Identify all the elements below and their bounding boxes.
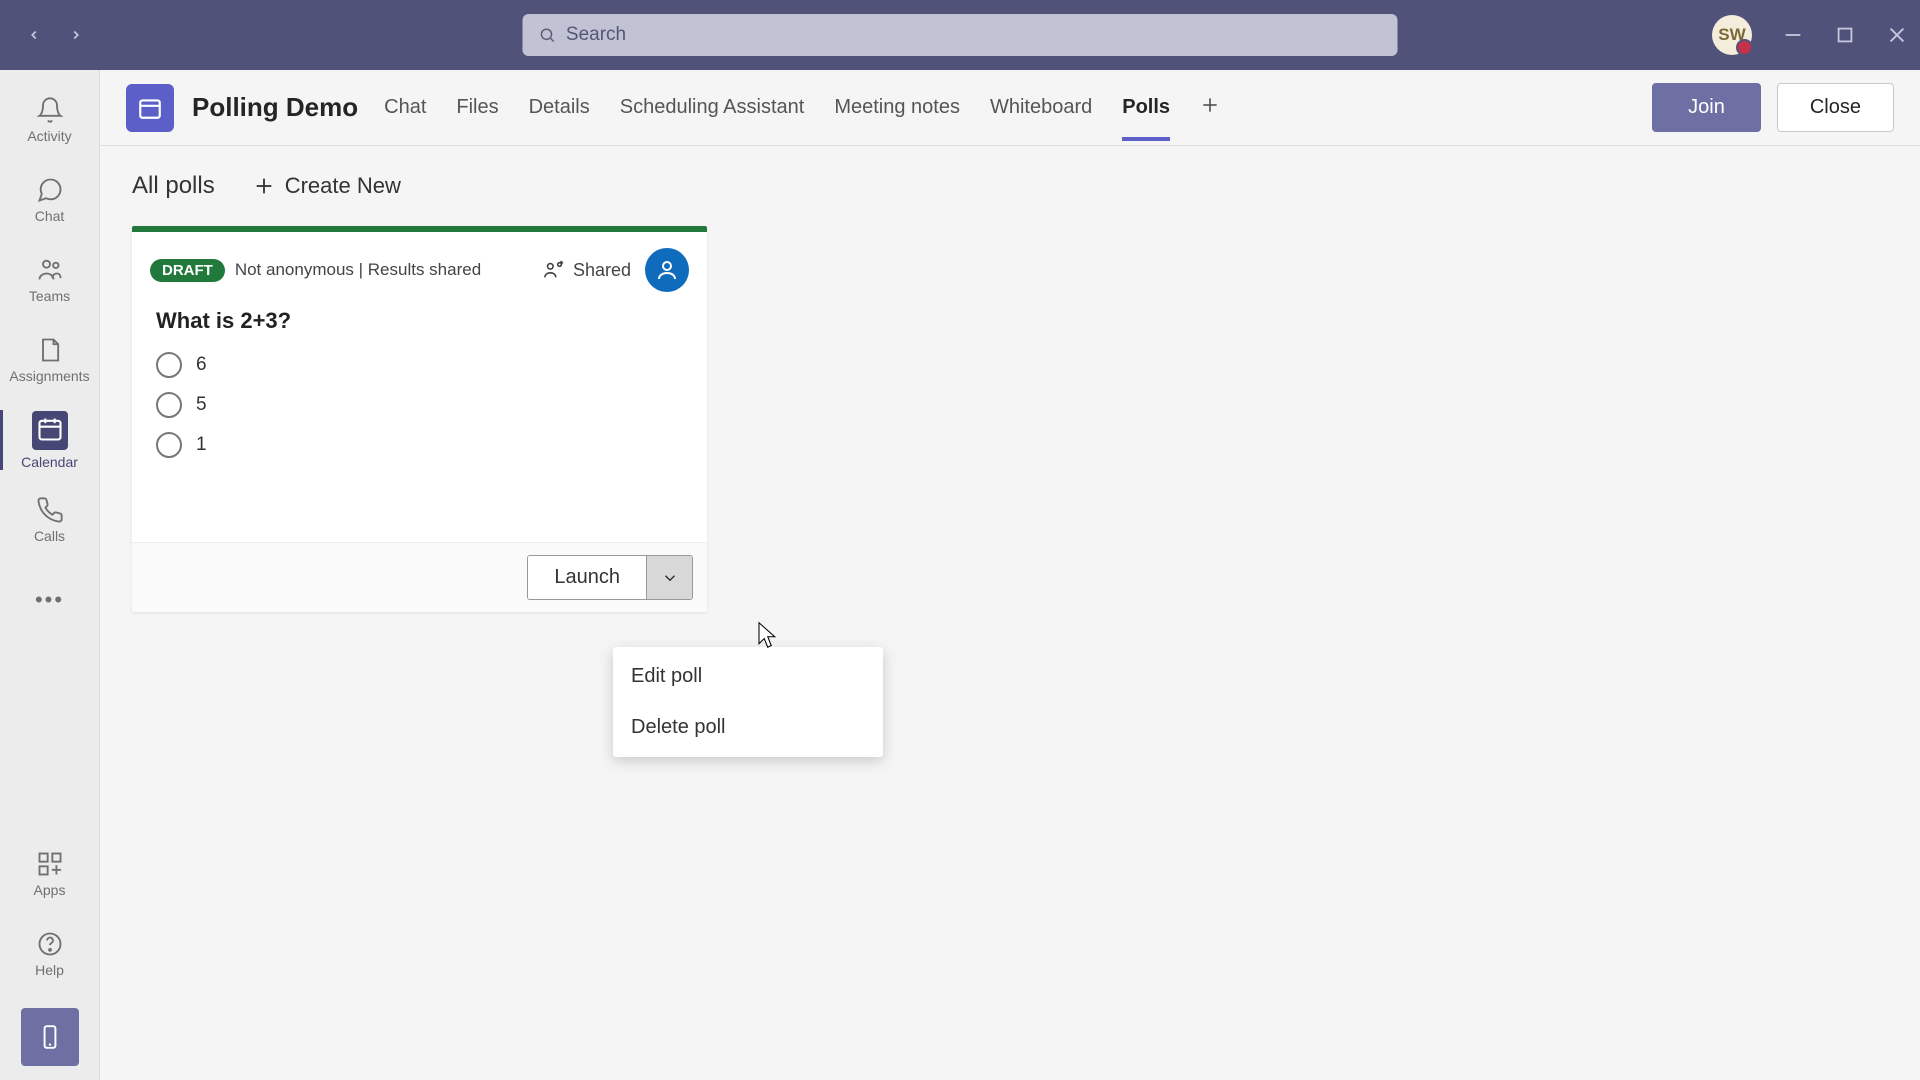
header-tabs: Chat Files Details Scheduling Assistant … (384, 74, 1220, 141)
radio-icon (156, 392, 182, 418)
nav-forward[interactable] (64, 23, 88, 47)
rail-mobile-button[interactable] (21, 1008, 79, 1066)
window-close[interactable] (1886, 24, 1908, 46)
poll-meta: Not anonymous | Results shared (235, 260, 481, 280)
calendar-icon (36, 415, 64, 443)
tab-add[interactable] (1200, 95, 1220, 120)
window-maximize[interactable] (1834, 24, 1856, 46)
rail-more[interactable]: ••• (0, 560, 99, 640)
nav-back[interactable] (22, 23, 46, 47)
menu-edit-poll[interactable]: Edit poll (613, 651, 883, 702)
search-input[interactable] (566, 24, 1382, 46)
join-button[interactable]: Join (1652, 83, 1761, 132)
polls-content: All polls Create New DRAFT Not anonymous… (100, 146, 1920, 1080)
search-icon (539, 26, 556, 44)
radio-icon (156, 352, 182, 378)
rail-label: Chat (35, 208, 65, 224)
poll-actions-menu: Edit poll Delete poll (613, 647, 883, 757)
rail-label: Activity (27, 128, 71, 144)
poll-question: What is 2+3? (156, 308, 683, 334)
poll-option-label: 6 (196, 354, 207, 376)
radio-icon (156, 432, 182, 458)
polls-list-title: All polls (132, 172, 215, 200)
app-rail: Activity Chat Teams Assignments Calendar… (0, 70, 100, 1080)
rail-chat[interactable]: Chat (0, 160, 99, 240)
tab-whiteboard[interactable]: Whiteboard (990, 74, 1092, 141)
tab-details[interactable]: Details (529, 74, 590, 141)
tab-chat[interactable]: Chat (384, 74, 426, 141)
help-icon (36, 930, 64, 958)
status-badge: DRAFT (150, 259, 225, 282)
titlebar: SW (0, 0, 1920, 70)
rail-assignments[interactable]: Assignments (0, 320, 99, 400)
page-title: Polling Demo (192, 92, 358, 123)
teams-icon (36, 256, 64, 284)
rail-calendar[interactable]: Calendar (0, 400, 99, 480)
assignments-icon (36, 336, 64, 364)
shared-icon (543, 259, 565, 281)
mouse-cursor (755, 621, 777, 649)
rail-calls[interactable]: Calls (0, 480, 99, 560)
calendar-badge (126, 84, 174, 132)
tab-scheduling[interactable]: Scheduling Assistant (620, 74, 805, 141)
poll-option-label: 1 (196, 434, 207, 456)
rail-label: Help (35, 962, 64, 978)
launch-split-button: Launch (527, 555, 693, 600)
shared-label: Shared (573, 260, 631, 281)
create-new-poll[interactable]: Create New (253, 173, 401, 199)
rail-activity[interactable]: Activity (0, 80, 99, 160)
tab-notes[interactable]: Meeting notes (834, 74, 960, 141)
bell-icon (36, 96, 64, 124)
plus-icon (1200, 95, 1220, 115)
apps-icon (36, 850, 64, 878)
poll-option-label: 5 (196, 394, 207, 416)
search-box[interactable] (523, 14, 1398, 56)
tab-polls[interactable]: Polls (1122, 74, 1170, 141)
close-button[interactable]: Close (1777, 83, 1894, 132)
launch-dropdown-toggle[interactable] (646, 556, 692, 599)
chevron-down-icon (661, 569, 679, 587)
user-avatar[interactable]: SW (1712, 15, 1752, 55)
rail-teams[interactable]: Teams (0, 240, 99, 320)
launch-button[interactable]: Launch (528, 556, 646, 599)
poll-option[interactable]: 1 (156, 432, 683, 458)
create-new-label: Create New (285, 173, 401, 199)
phone-icon (36, 496, 64, 524)
poll-option[interactable]: 6 (156, 352, 683, 378)
tab-files[interactable]: Files (456, 74, 498, 141)
rail-apps[interactable]: Apps (0, 834, 99, 914)
rail-label: Apps (34, 882, 66, 898)
plus-icon (253, 175, 275, 197)
rail-label: Assignments (9, 368, 89, 384)
menu-delete-poll[interactable]: Delete poll (613, 702, 883, 753)
rail-label: Calendar (21, 454, 78, 470)
rail-label: Calls (34, 528, 65, 544)
poll-card: DRAFT Not anonymous | Results shared Sha… (132, 226, 707, 612)
poll-option[interactable]: 5 (156, 392, 683, 418)
rail-label: Teams (29, 288, 70, 304)
rail-help[interactable]: Help (0, 914, 99, 994)
ellipsis-icon: ••• (35, 587, 64, 613)
meeting-header: Polling Demo Chat Files Details Scheduli… (100, 70, 1920, 146)
chat-icon (36, 176, 64, 204)
person-icon (655, 258, 679, 282)
mobile-icon (37, 1024, 63, 1050)
poll-owner-avatar[interactable] (645, 248, 689, 292)
window-minimize[interactable] (1782, 24, 1804, 46)
